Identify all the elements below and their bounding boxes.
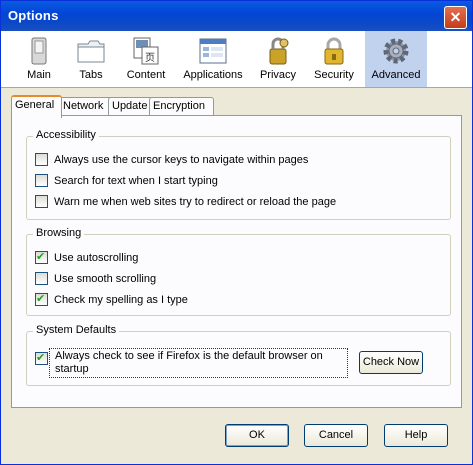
warn-redirect-label: Warn me when web sites try to redirect o…: [54, 196, 337, 208]
browsing-legend: Browsing: [33, 227, 85, 239]
close-button[interactable]: ✕: [444, 6, 467, 29]
check-now-button[interactable]: Check Now: [359, 351, 423, 374]
tab-encryption[interactable]: Encryption: [149, 97, 214, 116]
tab-network[interactable]: Network: [59, 97, 112, 116]
general-panel: Accessibility Always use the cursor keys…: [11, 115, 462, 408]
title-bar[interactable]: Options ✕: [1, 1, 472, 31]
gear-icon: [383, 38, 409, 64]
toolbar-main-label: Main: [27, 69, 51, 81]
privacy-icon: [269, 37, 289, 65]
toolbar-privacy-label: Privacy: [259, 69, 297, 81]
toolbar-advanced-label: Advanced: [371, 69, 421, 81]
spellcheck-checkbox[interactable]: Check my spelling as I type: [35, 292, 188, 307]
ok-button[interactable]: OK: [225, 424, 289, 447]
cursor-keys-label: Always use the cursor keys to navigate w…: [54, 154, 309, 166]
warn-redirect-checkbox[interactable]: Warn me when web sites try to redirect o…: [35, 194, 337, 209]
cursor-keys-checkbox[interactable]: Always use the cursor keys to navigate w…: [35, 152, 309, 167]
toolbar-security[interactable]: Security: [311, 31, 357, 87]
checkbox-box[interactable]: [35, 152, 48, 166]
tab-network-label: Network: [63, 100, 104, 112]
options-toolbar: Main Tabs 页 Content Applications Privacy…: [1, 31, 472, 88]
main-icon: [31, 37, 47, 65]
toolbar-content[interactable]: 页 Content: [121, 31, 171, 87]
checkbox-box[interactable]: [35, 250, 48, 264]
smooth-scrolling-label: Use smooth scrolling: [54, 273, 157, 285]
toolbar-content-label: Content: [126, 69, 166, 81]
toolbar-security-label: Security: [314, 69, 354, 81]
tabs-icon: [77, 40, 105, 63]
toolbar-applications-label: Applications: [183, 69, 243, 81]
checkbox-box[interactable]: [35, 351, 48, 365]
content-icon: 页: [133, 37, 159, 65]
check-now-label: Check Now: [362, 356, 420, 368]
applications-icon: [199, 38, 227, 64]
cancel-button[interactable]: Cancel: [304, 424, 368, 447]
options-window: Options ✕ Main Tabs 页 Content Applicatio…: [0, 0, 473, 465]
autoscrolling-checkbox[interactable]: Use autoscrolling: [35, 250, 139, 265]
toolbar-main[interactable]: Main: [19, 31, 59, 87]
toolbar-privacy[interactable]: Privacy: [256, 31, 300, 87]
tab-encryption-label: Encryption: [153, 100, 205, 112]
autoscrolling-label: Use autoscrolling: [54, 252, 139, 264]
svg-text:页: 页: [145, 52, 155, 64]
security-icon: [324, 37, 344, 65]
checkbox-box[interactable]: [35, 292, 48, 306]
search-typing-label: Search for text when I start typing: [54, 175, 218, 187]
toolbar-applications[interactable]: Applications: [181, 31, 245, 87]
help-label: Help: [404, 429, 428, 441]
cancel-label: Cancel: [318, 429, 354, 441]
tab-general[interactable]: General: [11, 95, 62, 118]
window-title: Options: [8, 8, 59, 23]
system-defaults-group: System Defaults Always check to see if F…: [26, 324, 451, 386]
ok-label: OK: [249, 429, 265, 441]
close-icon: ✕: [449, 9, 462, 25]
tab-update-label: Update: [112, 100, 148, 112]
tab-general-label: General: [15, 99, 55, 111]
accessibility-legend: Accessibility: [33, 129, 99, 141]
toolbar-tabs-label: Tabs: [79, 69, 103, 81]
tab-update[interactable]: Update: [108, 97, 153, 116]
smooth-scrolling-checkbox[interactable]: Use smooth scrolling: [35, 271, 157, 286]
toolbar-tabs[interactable]: Tabs: [71, 31, 111, 87]
browsing-group: Browsing Use autoscrolling Use smooth sc…: [26, 227, 451, 316]
accessibility-group: Accessibility Always use the cursor keys…: [26, 129, 451, 220]
toolbar-advanced[interactable]: Advanced: [365, 31, 427, 87]
default-browser-label: Always check to see if Firefox is the de…: [55, 350, 323, 375]
checkbox-box[interactable]: [35, 194, 48, 208]
spellcheck-label: Check my spelling as I type: [54, 294, 188, 306]
help-button[interactable]: Help: [384, 424, 448, 447]
search-typing-checkbox[interactable]: Search for text when I start typing: [35, 173, 218, 188]
checkbox-box[interactable]: [35, 271, 48, 285]
default-browser-checkbox[interactable]: [35, 351, 54, 366]
system-defaults-legend: System Defaults: [33, 324, 120, 336]
checkbox-box[interactable]: [35, 173, 48, 187]
